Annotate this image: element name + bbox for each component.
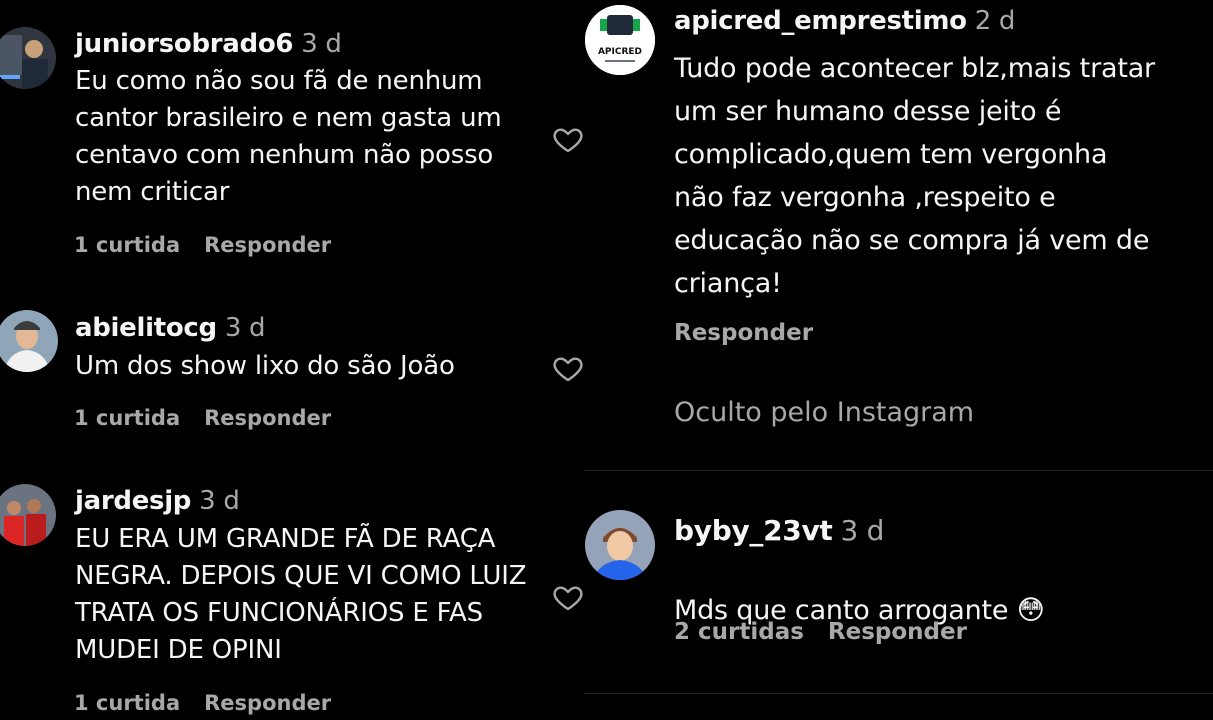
comment-text: Eu como não sou fã de nenhum cantor bras… [75,66,502,207]
hidden-by-instagram-button[interactable]: Oculto pelo Instagram [674,397,974,428]
logo-text: APICRED [598,47,642,57]
comment-username[interactable]: jardesjp 3 d [75,486,240,516]
heart-outline-icon[interactable] [551,352,585,384]
reply-button[interactable]: Responder [828,619,967,645]
username-text[interactable]: jardesjp [75,486,191,516]
comment-text: Tudo pode acontecer blz,mais tratar um s… [674,53,1155,299]
heart-outline-icon[interactable] [551,581,585,613]
comment-username[interactable]: apicred_emprestimo 2 d [674,6,1015,36]
comment-time: 2 d [974,6,1016,36]
reply-button[interactable]: Responder [674,320,813,346]
comment-username[interactable]: juniorsobrado6 3 d [75,29,342,59]
like-count[interactable]: 1 curtida [74,233,180,257]
avatar[interactable]: APICRED [585,5,655,75]
avatar-image [0,484,56,546]
avatar-image [0,27,56,89]
comment-time: 3 d [840,514,885,547]
divider [585,470,1213,471]
comment-username[interactable]: abielitocg 3 d [75,313,266,343]
like-count[interactable]: 1 curtida [74,691,180,715]
comment-meta: Responder [674,320,813,346]
comment-text: Mds que canto arrogante 😳 [674,555,1194,629]
comment-text: Um dos show lixo do são João [75,351,455,381]
divider [585,693,1213,694]
apicred-logo: APICRED [585,5,655,75]
username-text[interactable]: apicred_emprestimo [674,6,967,36]
reply-button[interactable]: Responder [204,233,331,257]
comment-time: 3 d [224,313,266,343]
avatar[interactable] [0,484,56,546]
username-text[interactable]: abielitocg [75,313,217,343]
like-count[interactable]: 1 curtida [74,406,180,430]
avatar-image [0,310,58,372]
comment-time: 3 d [301,29,342,59]
avatar[interactable] [585,510,655,580]
comment-text: EU ERA UM GRANDE FÃ DE RAÇA NEGRA. DEPOI… [75,524,527,665]
reply-button[interactable]: Responder [204,691,331,715]
avatar[interactable] [0,27,56,89]
comment-username[interactable]: byby_23vt 3 d [674,514,884,547]
comment-meta: 1 curtida Responder [74,691,331,715]
avatar[interactable] [0,310,58,372]
comment-meta: 1 curtida Responder [74,406,331,430]
username-text[interactable]: byby_23vt [674,514,833,547]
username-text[interactable]: juniorsobrado6 [75,29,294,59]
heart-outline-icon[interactable] [551,123,585,155]
reply-button[interactable]: Responder [204,406,331,430]
comment-meta: 2 curtidas Responder [674,619,967,645]
like-count[interactable]: 2 curtidas [674,619,804,645]
avatar-image [585,510,655,580]
comment-time: 3 d [199,486,240,516]
comment-meta: 1 curtida Responder [74,233,331,257]
